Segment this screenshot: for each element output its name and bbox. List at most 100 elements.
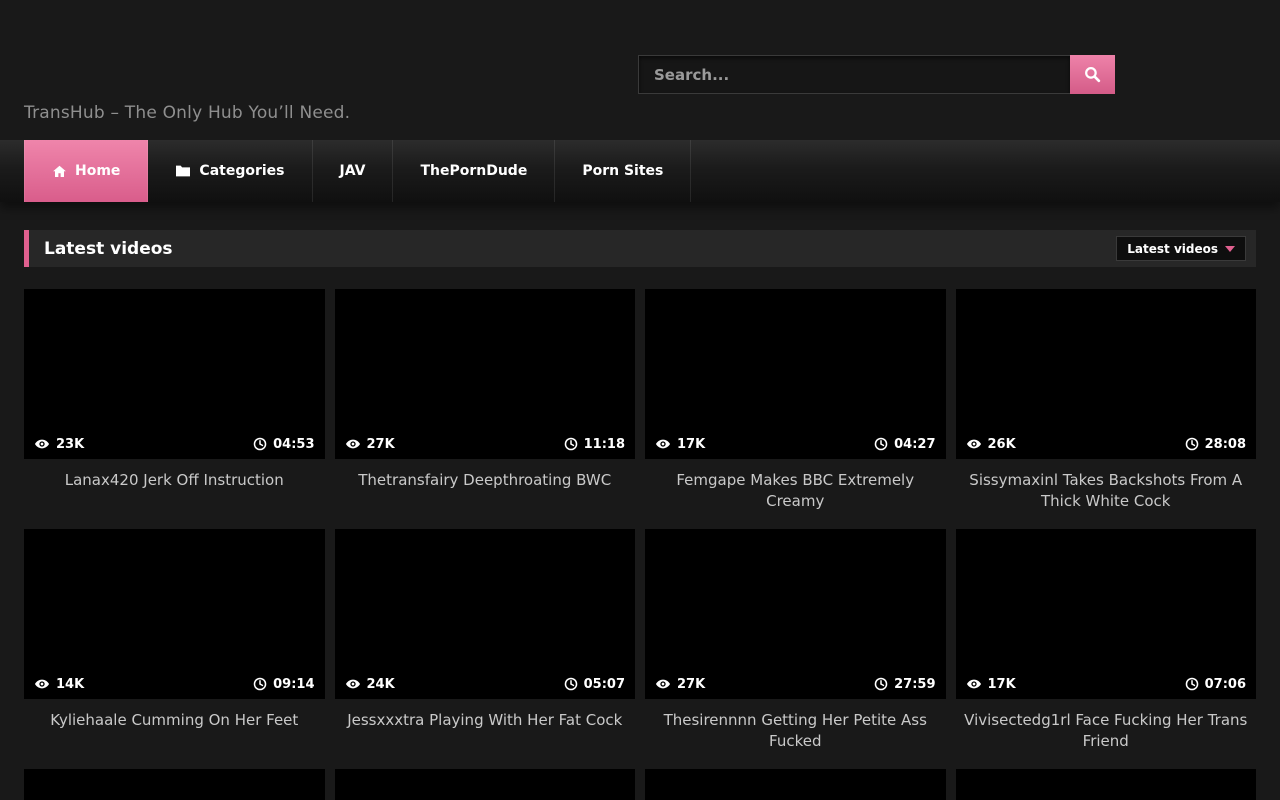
- duration-stat: 09:14: [253, 677, 314, 692]
- nav-item-theporndude[interactable]: ThePornDude: [393, 140, 555, 202]
- duration-stat: 04:53: [253, 437, 314, 452]
- section-title: Latest videos: [44, 239, 173, 259]
- video-card[interactable]: 26K 28:08 Sissymaxinl Takes Backshots Fr…: [956, 289, 1257, 529]
- video-card[interactable]: 24K 05:07 Jessxxxtra Playing With Her Fa…: [335, 529, 636, 769]
- views-stat: 26K: [966, 436, 1016, 452]
- nav-item-label: Categories: [199, 163, 284, 179]
- clock-icon: [874, 437, 888, 451]
- nav-item-porn-sites[interactable]: Porn Sites: [555, 140, 691, 202]
- eye-icon: [34, 436, 50, 452]
- views-count: 27K: [677, 677, 705, 692]
- video-thumbnail[interactable]: [956, 769, 1257, 800]
- duration-value: 07:06: [1205, 677, 1246, 692]
- clock-icon: [874, 677, 888, 691]
- video-thumbnail[interactable]: [335, 769, 636, 800]
- video-title[interactable]: Sissymaxinl Takes Backshots From A Thick…: [956, 470, 1257, 512]
- video-title[interactable]: Lanax420 Jerk Off Instruction: [24, 470, 325, 491]
- eye-icon: [655, 676, 671, 692]
- video-card[interactable]: 17K 04:27 Femgape Makes BBC Extremely Cr…: [645, 289, 946, 529]
- video-title[interactable]: Thesirennnn Getting Her Petite Ass Fucke…: [645, 710, 946, 752]
- video-thumbnail[interactable]: 14K 09:14: [24, 529, 325, 699]
- nav-item-label: JAV: [340, 163, 366, 179]
- clock-icon: [1185, 437, 1199, 451]
- video-thumbnail[interactable]: [645, 769, 946, 800]
- main-nav: Home Categories JAV ThePornDude Porn Sit…: [0, 140, 1280, 202]
- duration-value: 09:14: [273, 677, 314, 692]
- views-stat: 14K: [34, 676, 84, 692]
- video-thumbnail[interactable]: 27K 27:59: [645, 529, 946, 699]
- eye-icon: [345, 676, 361, 692]
- nav-item-jav[interactable]: JAV: [313, 140, 394, 202]
- eye-icon: [34, 676, 50, 692]
- duration-value: 11:18: [584, 437, 625, 452]
- video-stats-bar: 23K 04:53: [24, 429, 325, 459]
- views-count: 17K: [677, 437, 705, 452]
- video-grid: 23K 04:53 Lanax420 Jerk Off Instruction: [24, 289, 1256, 769]
- chevron-down-icon: [1225, 246, 1235, 252]
- duration-stat: 05:07: [564, 677, 625, 692]
- search-input[interactable]: [638, 55, 1070, 94]
- duration-value: 04:53: [273, 437, 314, 452]
- duration-stat: 27:59: [874, 677, 935, 692]
- duration-stat: 07:06: [1185, 677, 1246, 692]
- nav-item-categories[interactable]: Categories: [148, 140, 312, 202]
- eye-icon: [966, 436, 982, 452]
- views-count: 17K: [988, 677, 1016, 692]
- nav-item-home[interactable]: Home: [24, 140, 148, 202]
- video-card[interactable]: 14K 09:14 Kyliehaale Cumming On Her Feet: [24, 529, 325, 769]
- eye-icon: [345, 436, 361, 452]
- duration-value: 28:08: [1205, 437, 1246, 452]
- video-stats-bar: 27K 27:59: [645, 669, 946, 699]
- views-stat: 17K: [655, 436, 705, 452]
- video-thumbnail[interactable]: 27K 11:18: [335, 289, 636, 459]
- video-title[interactable]: Femgape Makes BBC Extremely Creamy: [645, 470, 946, 512]
- video-thumbnail[interactable]: 17K 07:06: [956, 529, 1257, 699]
- folder-icon: [175, 164, 191, 178]
- video-title[interactable]: Vivisectedg1rl Face Fucking Her Trans Fr…: [956, 710, 1257, 752]
- clock-icon: [564, 437, 578, 451]
- eye-icon: [966, 676, 982, 692]
- views-count: 26K: [988, 437, 1016, 452]
- search-button[interactable]: [1070, 55, 1115, 94]
- video-grid-partial: [24, 769, 1256, 800]
- video-thumbnail[interactable]: [24, 769, 325, 800]
- video-stats-bar: 17K 04:27: [645, 429, 946, 459]
- main-content: Latest videos Latest videos 23K: [0, 230, 1280, 800]
- video-thumbnail[interactable]: 26K 28:08: [956, 289, 1257, 459]
- video-stats-bar: 14K 09:14: [24, 669, 325, 699]
- video-card[interactable]: 17K 07:06 Vivisectedg1rl Face Fucking He…: [956, 529, 1257, 769]
- video-card[interactable]: 27K 27:59 Thesirennnn Getting Her Petite…: [645, 529, 946, 769]
- search-form: [638, 55, 1115, 94]
- eye-icon: [655, 436, 671, 452]
- views-stat: 23K: [34, 436, 84, 452]
- views-stat: 17K: [966, 676, 1016, 692]
- views-count: 23K: [56, 437, 84, 452]
- video-title[interactable]: Jessxxxtra Playing With Her Fat Cock: [335, 710, 636, 731]
- duration-stat: 04:27: [874, 437, 935, 452]
- home-icon: [52, 164, 67, 179]
- views-count: 27K: [367, 437, 395, 452]
- site-header: TransHub – The Only Hub You’ll Need.: [0, 0, 1280, 140]
- video-thumbnail[interactable]: 23K 04:53: [24, 289, 325, 459]
- nav-item-label: Porn Sites: [582, 163, 663, 179]
- page: TransHub – The Only Hub You’ll Need. Hom…: [0, 0, 1280, 800]
- clock-icon: [253, 677, 267, 691]
- nav-item-label: Home: [75, 163, 120, 179]
- duration-stat: 11:18: [564, 437, 625, 452]
- video-stats-bar: 17K 07:06: [956, 669, 1257, 699]
- video-thumbnail[interactable]: 17K 04:27: [645, 289, 946, 459]
- duration-stat: 28:08: [1185, 437, 1246, 452]
- site-tagline: TransHub – The Only Hub You’ll Need.: [24, 103, 350, 123]
- video-stats-bar: 27K 11:18: [335, 429, 636, 459]
- clock-icon: [1185, 677, 1199, 691]
- sort-dropdown[interactable]: Latest videos: [1116, 236, 1246, 261]
- video-stats-bar: 24K 05:07: [335, 669, 636, 699]
- search-icon: [1083, 65, 1102, 84]
- video-card[interactable]: 27K 11:18 Thetransfairy Deepthroating BW…: [335, 289, 636, 529]
- video-thumbnail[interactable]: 24K 05:07: [335, 529, 636, 699]
- video-card[interactable]: 23K 04:53 Lanax420 Jerk Off Instruction: [24, 289, 325, 529]
- video-title[interactable]: Thetransfairy Deepthroating BWC: [335, 470, 636, 491]
- video-title[interactable]: Kyliehaale Cumming On Her Feet: [24, 710, 325, 731]
- duration-value: 04:27: [894, 437, 935, 452]
- clock-icon: [253, 437, 267, 451]
